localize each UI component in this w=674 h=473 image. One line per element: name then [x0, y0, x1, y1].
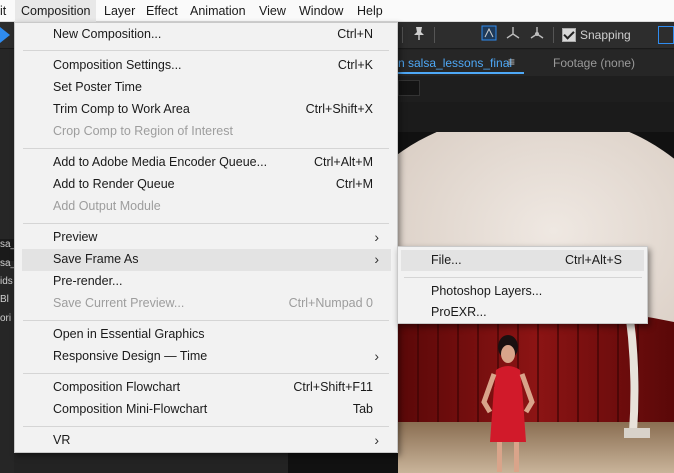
- menu-bar: it Composition Layer Effect Animation Vi…: [0, 0, 674, 22]
- toolbar-divider: [402, 27, 403, 43]
- menu-separator: [404, 277, 642, 278]
- menu-item-add-to-render-queue[interactable]: Add to Render Queue Ctrl+M: [22, 174, 391, 196]
- menu-separator: [23, 426, 389, 427]
- axis-mode-icon[interactable]: [480, 25, 498, 45]
- menu-help[interactable]: Help: [357, 0, 383, 22]
- menu-item-label: Composition Mini-Flowchart: [53, 402, 208, 416]
- snap-options-icon[interactable]: [658, 26, 674, 44]
- submenu-chevron-icon: ›: [374, 348, 379, 364]
- menu-item-label: New Composition...: [53, 27, 162, 41]
- menu-item-shortcut: Ctrl+Alt+S: [565, 253, 622, 267]
- menu-item-shortcut: Ctrl+K: [337, 58, 373, 72]
- comp-navigator-field[interactable]: [398, 80, 420, 96]
- menu-item-label: Composition Flowchart: [53, 380, 181, 394]
- project-panel: sa_ sa_ ids Bl ori: [0, 49, 14, 473]
- menu-separator: [23, 148, 389, 149]
- composition-menu: New Composition... Ctrl+N Composition Se…: [14, 22, 398, 453]
- menu-item-label: Composition Settings...: [53, 58, 182, 72]
- menu-item-label: Trim Comp to Work Area: [53, 102, 190, 116]
- menu-item-label: Responsive Design — Time: [53, 349, 208, 363]
- menu-item-add-output-module: Add Output Module: [22, 196, 391, 218]
- menu-item-vr[interactable]: VR ›: [22, 430, 391, 452]
- menu-item-label: VR: [53, 433, 71, 447]
- project-item[interactable]: sa_: [0, 258, 14, 275]
- menu-item-save-current-preview: Save Current Preview... Ctrl+Numpad 0: [22, 293, 391, 315]
- project-item[interactable]: ids: [0, 276, 14, 293]
- menu-item-open-essential-graphics[interactable]: Open in Essential Graphics: [22, 324, 391, 346]
- menu-item-set-poster-time[interactable]: Set Poster Time: [22, 77, 391, 99]
- snapping-label: Snapping: [580, 28, 631, 42]
- menu-item-shortcut: Ctrl+Shift+F11: [293, 380, 373, 394]
- menu-view[interactable]: View: [259, 0, 286, 22]
- menu-separator: [23, 373, 389, 374]
- panel-menu-icon[interactable]: ≡: [508, 55, 515, 69]
- project-item[interactable]: sa_: [0, 239, 14, 256]
- menu-item-pre-render[interactable]: Pre-render...: [22, 271, 391, 293]
- project-item[interactable]: ori: [0, 313, 14, 330]
- menu-item-shortcut: Ctrl+M: [335, 177, 373, 191]
- menu-item-shortcut: Ctrl+Numpad 0: [288, 296, 373, 310]
- menu-animation[interactable]: Animation: [190, 0, 246, 22]
- tab-composition-salsa[interactable]: n salsa_lessons_final: [398, 56, 512, 70]
- world-axis-icon[interactable]: [504, 25, 522, 45]
- viewer-top-strip: [398, 102, 674, 132]
- menu-item-label: Add Output Module: [53, 199, 161, 213]
- menu-item-label: Set Poster Time: [53, 80, 142, 94]
- composition-subbar: [398, 76, 674, 102]
- menu-layer[interactable]: Layer: [104, 0, 135, 22]
- submenu-chevron-icon: ›: [374, 229, 379, 245]
- menu-item-shortcut: Ctrl+N: [337, 27, 373, 41]
- menu-separator: [23, 50, 389, 51]
- menu-item-composition-mini-flowchart[interactable]: Composition Mini-Flowchart Tab: [22, 399, 391, 421]
- menu-item-save-frame-as[interactable]: Save Frame As ›: [22, 249, 391, 271]
- menu-item-responsive-design-time[interactable]: Responsive Design — Time ›: [22, 346, 391, 368]
- project-item[interactable]: Bl: [0, 294, 14, 311]
- menu-item-label: Add to Adobe Media Encoder Queue...: [53, 155, 268, 169]
- toolbar-divider: [553, 27, 554, 43]
- menu-item-add-to-media-encoder[interactable]: Add to Adobe Media Encoder Queue... Ctrl…: [22, 152, 391, 174]
- view-axis-icon[interactable]: [528, 25, 546, 45]
- menu-item-label: Save Current Preview...: [53, 296, 185, 310]
- menu-item-trim-comp[interactable]: Trim Comp to Work Area Ctrl+Shift+X: [22, 99, 391, 121]
- menu-item-composition-flowchart[interactable]: Composition Flowchart Ctrl+Shift+F11: [22, 377, 391, 399]
- menu-item-label: Add to Render Queue: [53, 177, 175, 191]
- active-tab-indicator: [398, 72, 524, 74]
- menu-item-crop-comp: Crop Comp to Region of Interest: [22, 121, 391, 143]
- menu-item-label: Crop Comp to Region of Interest: [53, 124, 233, 138]
- menu-composition[interactable]: Composition: [15, 0, 97, 22]
- menu-item-new-composition[interactable]: New Composition... Ctrl+N: [22, 24, 391, 46]
- menu-item-preview[interactable]: Preview ›: [22, 227, 391, 249]
- menu-item-label: Pre-render...: [53, 274, 123, 288]
- selection-tool-icon[interactable]: [0, 27, 10, 43]
- submenu-chevron-icon: ›: [374, 432, 379, 448]
- menu-effect[interactable]: Effect: [146, 0, 178, 22]
- menu-item-shortcut: Ctrl+Alt+M: [313, 155, 373, 169]
- menu-item-label: ProEXR...: [431, 305, 487, 319]
- submenu-chevron-icon: ›: [374, 251, 379, 267]
- menu-item-label: Photoshop Layers...: [431, 284, 543, 298]
- menu-item-label: Open in Essential Graphics: [53, 327, 205, 341]
- pin-tool-icon[interactable]: [410, 25, 428, 45]
- menu-item-label: File...: [431, 253, 462, 267]
- submenu-item-proexr[interactable]: ProEXR...: [401, 302, 644, 323]
- submenu-item-file[interactable]: File... Ctrl+Alt+S: [401, 250, 644, 271]
- menu-item-composition-settings[interactable]: Composition Settings... Ctrl+K: [22, 55, 391, 77]
- menu-edit-partial[interactable]: it: [0, 0, 6, 22]
- menu-window[interactable]: Window: [299, 0, 343, 22]
- menu-item-shortcut: Tab: [352, 402, 373, 416]
- menu-separator: [23, 320, 389, 321]
- toolbar-divider: [434, 27, 435, 43]
- tab-footage[interactable]: Footage (none): [553, 56, 635, 70]
- menu-item-label: Preview: [53, 230, 98, 244]
- save-frame-as-submenu: File... Ctrl+Alt+S Photoshop Layers... P…: [397, 246, 648, 324]
- snapping-checkbox[interactable]: [562, 28, 576, 42]
- submenu-item-photoshop-layers[interactable]: Photoshop Layers...: [401, 281, 644, 302]
- menu-item-label: Save Frame As: [53, 252, 139, 266]
- menu-item-shortcut: Ctrl+Shift+X: [305, 102, 373, 116]
- menu-separator: [23, 223, 389, 224]
